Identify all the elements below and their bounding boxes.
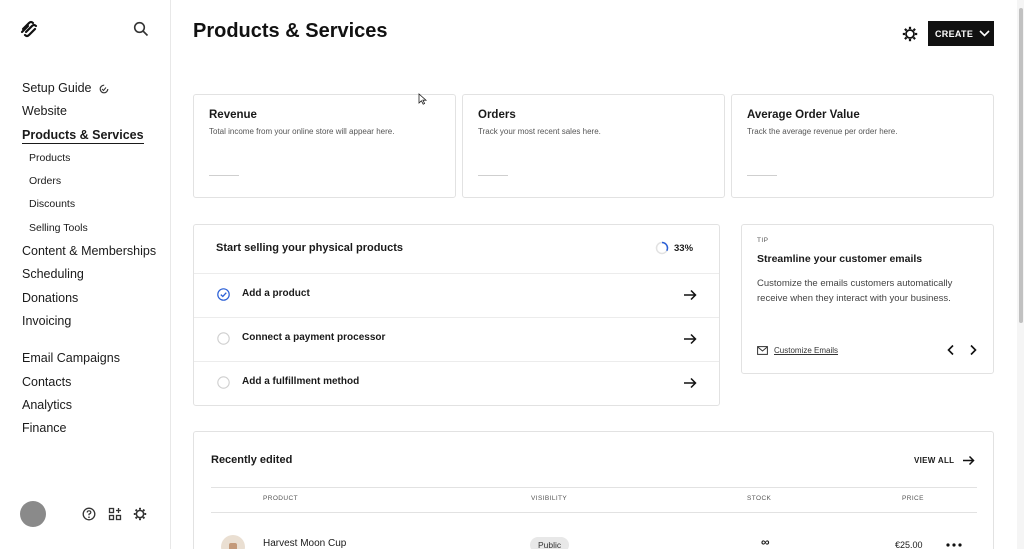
sidebar: Setup Guide Website Products & Services … [0,0,171,549]
arrow-right-icon [963,455,975,466]
checklist-item-payment-processor[interactable]: Connect a payment processor [194,317,719,361]
column-header-visibility[interactable]: VISIBILITY [531,495,567,502]
stat-card-revenue: Revenue Total income from your online st… [193,94,456,198]
arrow-right-icon[interactable] [683,377,697,389]
selling-checklist: Start selling your physical products 33%… [193,224,720,406]
squarespace-logo-icon[interactable] [20,20,38,38]
product-thumbnail[interactable] [221,535,245,549]
nav-products-services[interactable]: Products & Services [22,127,162,150]
nav-donations[interactable]: Donations [22,290,162,313]
nav-analytics[interactable]: Analytics [22,397,162,420]
checklist-item-label: Add a fulfillment method [242,376,360,387]
stat-placeholder-line [747,175,777,176]
checklist-item-label: Add a product [242,288,310,299]
mail-icon [757,346,768,355]
checklist-progress: 33% [655,241,693,255]
stat-title: Revenue [209,109,257,121]
visibility-badge: Public [530,537,570,549]
search-icon[interactable] [133,21,149,37]
tip-body: Customize the emails customers automatic… [757,278,953,304]
tip-card: TIP Streamline your customer emails Cust… [741,224,994,374]
column-header-product[interactable]: PRODUCT [263,495,298,502]
stat-card-orders: Orders Track your most recent sales here… [462,94,725,198]
recently-edited-panel: Recently edited VIEW ALL PRODUCT VISIBIL… [193,431,994,549]
nav-setup-guide[interactable]: Setup Guide [22,80,162,103]
help-icon[interactable] [82,507,96,521]
check-circle-icon [217,288,230,301]
page-title: Products & Services [193,20,388,42]
page-scrollbar[interactable] [1017,0,1024,549]
nav-sub-discounts[interactable]: Discounts [22,196,162,219]
nav-invoicing[interactable]: Invoicing [22,313,162,336]
customize-emails-label: Customize Emails [774,346,839,355]
create-button[interactable]: CREATE [928,21,994,46]
empty-circle-icon [217,332,230,345]
stat-title: Average Order Value [747,109,860,121]
table-divider [211,512,977,513]
nav-scheduling[interactable]: Scheduling [22,266,162,289]
nav-contacts[interactable]: Contacts [22,374,162,397]
checklist-title: Start selling your physical products [216,242,404,254]
stock-value: ∞ [761,535,770,549]
stat-description: Track your most recent sales here. [478,127,601,136]
stat-card-average-order-value: Average Order Value Track the average re… [731,94,994,198]
tip-title: Streamline your customer emails [757,253,923,265]
column-header-stock[interactable]: STOCK [747,495,771,502]
progress-ring-icon [99,84,109,94]
stat-description: Track the average revenue per order here… [747,127,898,136]
nav-content-memberships[interactable]: Content & Memberships [22,243,162,266]
stat-title: Orders [478,109,516,121]
nav-sub-orders[interactable]: Orders [22,173,162,196]
nav-website[interactable]: Website [22,103,162,126]
stat-placeholder-line [209,175,239,176]
price-value: €25.00 [895,540,923,549]
settings-gear-icon[interactable] [133,507,147,521]
customize-emails-link[interactable]: Customize Emails [757,346,838,355]
product-name[interactable]: Harvest Moon Cup [263,538,346,549]
view-all-button[interactable]: VIEW ALL [914,455,975,466]
nav-sub-products[interactable]: Products [22,150,162,173]
progress-percent: 33% [674,242,694,254]
chevron-right-icon[interactable] [967,344,979,356]
recently-edited-title: Recently edited [211,454,293,466]
table-divider [211,487,977,488]
arrow-right-icon[interactable] [683,333,697,345]
checklist-item-add-product[interactable]: Add a product [194,273,719,317]
checklist-item-fulfillment[interactable]: Add a fulfillment method [194,361,719,405]
nav-products-services-label: Products & Services [22,127,144,144]
avatar[interactable] [20,501,46,527]
gear-icon[interactable] [902,26,918,42]
create-button-label: CREATE [935,28,974,39]
chevron-left-icon[interactable] [945,344,957,356]
nav-sub-selling-tools[interactable]: Selling Tools [22,220,162,243]
apps-grid-icon[interactable] [108,507,122,521]
stat-placeholder-line [478,175,508,176]
column-header-price[interactable]: PRICE [902,495,924,502]
stat-description: Total income from your online store will… [209,127,395,136]
mouse-cursor-icon [418,93,428,105]
nav-finance[interactable]: Finance [22,420,162,443]
empty-circle-icon [217,376,230,389]
more-options-icon[interactable] [946,543,962,547]
scrollbar-thumb[interactable] [1019,8,1023,323]
progress-ring-icon [655,241,669,255]
nav-email-campaigns[interactable]: Email Campaigns [22,350,162,373]
view-all-label: VIEW ALL [914,456,955,465]
sidebar-nav: Setup Guide Website Products & Services … [22,80,162,443]
arrow-right-icon[interactable] [683,289,697,301]
nav-setup-guide-label: Setup Guide [22,81,92,95]
chevron-down-icon [979,30,990,37]
tip-label: TIP [757,237,769,244]
checklist-item-label: Connect a payment processor [242,332,386,343]
